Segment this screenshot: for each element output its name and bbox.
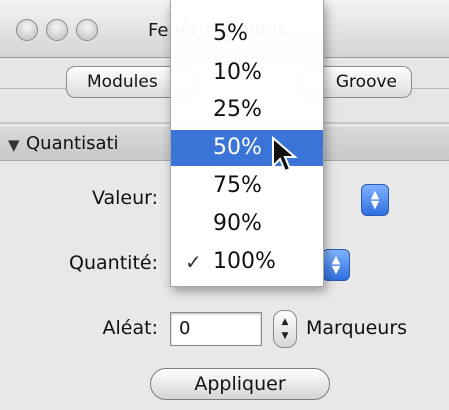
apply-button[interactable]: Appliquer: [150, 368, 330, 400]
valeur-popup-arrows-icon[interactable]: ▲ ▼: [361, 184, 389, 216]
menu-item-10[interactable]: 10%: [171, 55, 323, 91]
quantite-label: Quantité:: [69, 252, 158, 274]
valeur-label: Valeur:: [91, 187, 158, 209]
menu-item-5[interactable]: 5%: [171, 16, 323, 52]
aleat-label: Aléat:: [102, 317, 158, 339]
quantite-popup-arrows-icon[interactable]: ▲ ▼: [322, 249, 350, 281]
menu-item-100-label: 100%: [213, 249, 276, 274]
aleat-stepper[interactable]: ▲ ▼: [273, 310, 297, 348]
menu-item-100[interactable]: ✓ 100%: [171, 244, 323, 280]
minimize-button[interactable]: [46, 19, 68, 41]
marqueurs-label: Marqueurs: [306, 317, 408, 339]
disclosure-triangle-icon[interactable]: ▼: [8, 136, 20, 154]
checkmark-icon: ✓: [185, 250, 202, 274]
mouse-pointer-icon: [272, 136, 298, 173]
aleat-input[interactable]: 0: [170, 312, 262, 346]
section-title: Quantisati: [26, 133, 119, 154]
tools-window: Fenêtre d'outils Modules Groove ▼ Quanti…: [0, 0, 449, 410]
menu-item-25[interactable]: 25%: [171, 92, 323, 128]
zoom-button[interactable]: [76, 19, 98, 41]
close-button[interactable]: [16, 19, 38, 41]
menu-item-90[interactable]: 90%: [171, 206, 323, 242]
